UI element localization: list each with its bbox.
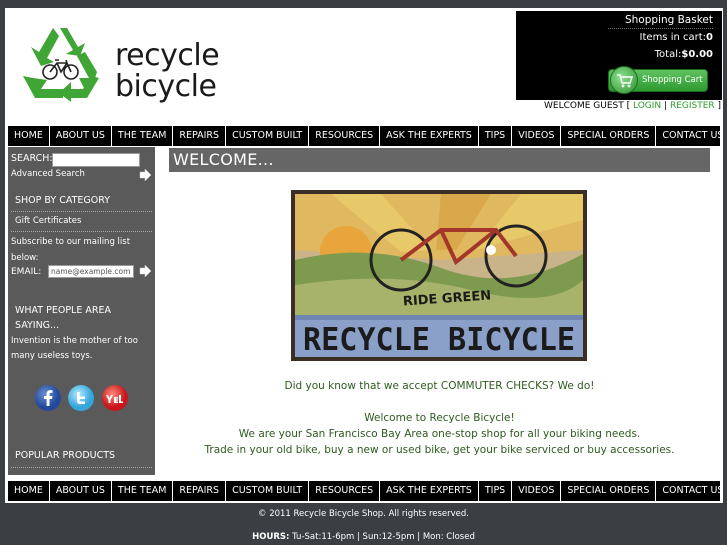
- total-value: $0.00: [681, 49, 713, 60]
- welcome-guest-text: WELCOME GUEST [: [544, 101, 631, 111]
- commuter-checks-text: Did you know that we accept COMMUTER CHE…: [284, 380, 595, 392]
- site-logo[interactable]: recycle bicycle: [19, 26, 220, 112]
- nav-special-orders[interactable]: SPECIAL ORDERS: [561, 126, 657, 146]
- mosaic-recycle-bicycle-text: RECYCLE BICYCLE: [303, 322, 575, 358]
- testimonial-line-1: Invention is the mother of too: [11, 336, 138, 346]
- shopping-cart-label: Shopping Cart: [642, 75, 703, 85]
- what-people-saying-heading-2: SAYING...: [15, 320, 60, 331]
- shopping-cart-icon: [610, 66, 638, 94]
- footer-nav-tips[interactable]: TIPS: [479, 481, 513, 501]
- footer-nav-about-us[interactable]: ABOUT US: [50, 481, 112, 501]
- link-separator: |: [664, 101, 668, 111]
- shop-by-category-heading: SHOP BY CATEGORY: [15, 195, 111, 206]
- page-title: WELCOME...: [169, 148, 710, 172]
- nav-about-us[interactable]: ABOUT US: [50, 126, 112, 146]
- email-field[interactable]: name@example.com: [48, 265, 134, 278]
- footer-nav-custom-built[interactable]: CUSTOM BUILT: [226, 481, 310, 501]
- recycle-logo-icon: [23, 28, 99, 102]
- footer-nav-special-orders[interactable]: SPECIAL ORDERS: [561, 481, 657, 501]
- top-nav: HOME ABOUT US THE TEAM REPAIRS CUSTOM BU…: [8, 126, 723, 146]
- what-people-saying-heading-1: WHAT PEOPLE AREA: [15, 305, 111, 316]
- footer-nav-the-team[interactable]: THE TEAM: [112, 481, 174, 501]
- page-container: recycle bicycle Shopping Basket Items in…: [5, 8, 723, 503]
- logo-line-1: recycle: [115, 38, 220, 73]
- footer-nav-repairs[interactable]: REPAIRS: [173, 481, 227, 501]
- footer-nav-ask-the-experts[interactable]: ASK THE EXPERTS: [380, 481, 479, 501]
- nav-contact-us[interactable]: CONTACT US: [656, 126, 727, 146]
- advanced-search-link[interactable]: Advanced Search: [11, 169, 85, 179]
- total-label: Total:: [654, 49, 682, 60]
- nav-the-team[interactable]: THE TEAM: [112, 126, 174, 146]
- nav-resources[interactable]: RESOURCES: [309, 126, 381, 146]
- search-label: SEARCH:: [11, 153, 53, 164]
- hours-value: Tu-Sat:11-6pm | Sun:12-5pm | Mon: Closed: [292, 532, 475, 542]
- welcome-message: Welcome to Recycle Bicycle!: [364, 412, 515, 424]
- footer-nav-home[interactable]: HOME: [8, 481, 50, 501]
- cart-total: Total:$0.00: [516, 46, 713, 63]
- yelp-icon[interactable]: [101, 384, 129, 412]
- subscribe-arrow-icon[interactable]: [139, 265, 151, 277]
- logo-line-2: bicycle: [115, 69, 217, 104]
- divider: [11, 211, 152, 212]
- items-in-cart: Items in cart:0: [516, 29, 713, 46]
- recycle-bicycle-mosaic-image: RIDE GREEN RECYCLE BICYCLE: [291, 190, 587, 361]
- nav-tips[interactable]: TIPS: [479, 126, 513, 146]
- popular-products-heading: POPULAR PRODUCTS: [15, 450, 116, 461]
- nav-custom-built[interactable]: CUSTOM BUILT: [226, 126, 310, 146]
- nav-repairs[interactable]: REPAIRS: [173, 126, 227, 146]
- gift-certificates-link[interactable]: Gift Certificates: [15, 213, 81, 229]
- footer-nav-contact-us[interactable]: CONTACT US: [656, 481, 727, 501]
- shopping-basket-panel: Shopping Basket Items in cart:0 Total:$0…: [516, 11, 722, 100]
- logo-wordmark: recycle bicycle: [115, 38, 220, 104]
- hours-label: HOURS:: [252, 532, 290, 542]
- user-status: WELCOME GUEST [ LOGIN | REGISTER ]: [544, 101, 721, 111]
- top-strip: [0, 0, 727, 8]
- items-label: Items in cart:: [639, 32, 707, 43]
- basket-title: Shopping Basket: [624, 14, 713, 26]
- bracket-close: ]: [717, 101, 722, 111]
- twitter-icon[interactable]: [67, 384, 95, 412]
- mailing-list-text-1: Subscribe to our mailing list: [11, 237, 131, 247]
- testimonial-line-2: many useless toys.: [11, 351, 93, 361]
- nav-ask-the-experts[interactable]: ASK THE EXPERTS: [380, 126, 479, 146]
- shop-description: We are your San Francisco Bay Area one-s…: [238, 428, 641, 440]
- divider: [11, 231, 152, 232]
- login-link[interactable]: LOGIN: [633, 101, 661, 111]
- bottom-nav: HOME ABOUT US THE TEAM REPAIRS CUSTOM BU…: [8, 481, 723, 501]
- copyright-text: © 2011 Recycle Bicycle Shop. All rights …: [258, 509, 469, 519]
- footer-nav-resources[interactable]: RESOURCES: [309, 481, 381, 501]
- store-hours: HOURS: Tu-Sat:11-6pm | Sun:12-5pm | Mon:…: [0, 532, 727, 542]
- shopping-cart-button[interactable]: Shopping Cart: [608, 66, 708, 94]
- divider: [11, 467, 152, 468]
- nav-home[interactable]: HOME: [8, 126, 50, 146]
- search-go-arrow-icon[interactable]: [139, 169, 151, 181]
- email-label: EMAIL:: [11, 267, 42, 277]
- items-value: 0: [706, 32, 713, 43]
- facebook-icon[interactable]: [34, 384, 62, 412]
- search-input[interactable]: [52, 153, 140, 167]
- footer-nav-videos[interactable]: VIDEOS: [512, 481, 562, 501]
- register-link[interactable]: REGISTER: [670, 101, 715, 111]
- nav-videos[interactable]: VIDEOS: [512, 126, 562, 146]
- services-description: Trade in your old bike, buy a new or use…: [204, 444, 675, 456]
- sidebar: SEARCH: Advanced Search SHOP BY CATEGORY…: [8, 147, 155, 475]
